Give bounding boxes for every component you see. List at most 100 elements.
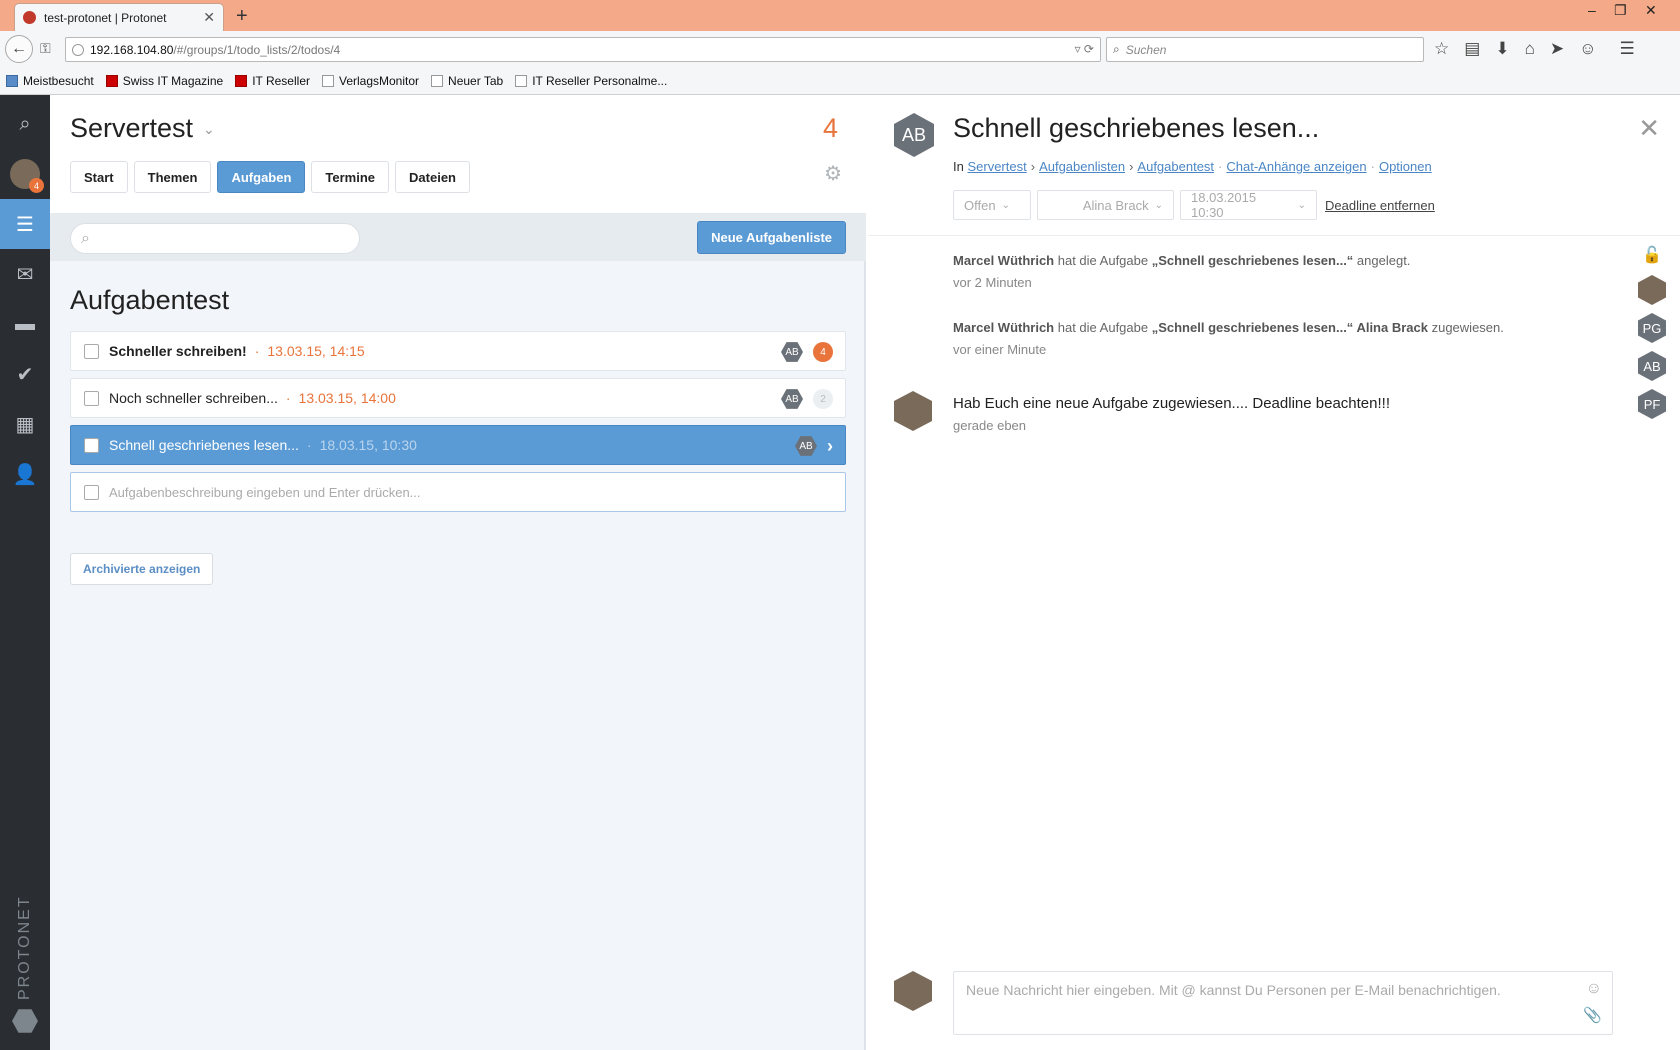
activity-entry: Marcel Wüthrich hat die Aufgabe „Schnell…	[953, 320, 1593, 357]
back-arrow-icon[interactable]: ←	[5, 35, 33, 63]
group-title[interactable]: Servertest ⌄	[70, 113, 215, 144]
search-icon: ⌕	[81, 229, 90, 247]
tab-close-icon[interactable]: ✕	[203, 9, 215, 26]
close-icon[interactable]: ✕	[1638, 113, 1660, 144]
task-list: Schneller schreiben! · 13.03.15, 14:15 A…	[70, 331, 846, 519]
tab-themen[interactable]: Themen	[133, 161, 212, 193]
maximize-icon[interactable]: ❐	[1614, 2, 1627, 19]
sidebar-search-icon[interactable]: ⌕	[0, 99, 50, 149]
browser-tab[interactable]: test-protonet | Protonet ✕	[14, 3, 224, 31]
separator-dot: ·	[254, 343, 260, 359]
status-select[interactable]: Offen ⌄	[953, 190, 1031, 220]
avatar[interactable]	[1638, 275, 1666, 305]
chevron-down-icon: ⌄	[1001, 199, 1010, 211]
assignee-avatar: AB	[781, 389, 803, 409]
avatar: 4	[10, 159, 44, 193]
separator-dot: ·	[285, 390, 291, 406]
bookmark-folder-icon	[6, 75, 18, 87]
activity-entry: Marcel Wüthrich hat die Aufgabe „Schnell…	[953, 253, 1593, 290]
attachment-icon[interactable]: 📎	[1583, 1006, 1602, 1024]
protonet-logo-icon	[12, 1009, 38, 1033]
window-titlebar: test-protonet | Protonet ✕ + – ❐ ✕	[0, 0, 1680, 31]
options-link[interactable]: Optionen	[1379, 159, 1432, 174]
remove-deadline-link[interactable]: Deadline entfernen	[1325, 198, 1435, 213]
itr-logo-icon	[235, 75, 248, 87]
bookmark-star-icon[interactable]: ☆	[1434, 39, 1449, 59]
task-row-selected[interactable]: Schnell geschriebenes lesen... · 18.03.1…	[70, 425, 846, 465]
sidebar-check-icon[interactable]: ✔	[0, 349, 50, 399]
sidebar-folder-icon[interactable]: ▬	[0, 299, 50, 349]
window-close-icon[interactable]: ✕	[1645, 2, 1657, 19]
sidebar-mail-icon[interactable]: ✉	[0, 249, 50, 299]
home-icon[interactable]: ⌂	[1525, 39, 1535, 59]
bookmark-item[interactable]: IT Reseller	[235, 74, 310, 88]
deadline-select[interactable]: 18.03.2015 10:30 ⌄	[1180, 190, 1317, 220]
gear-icon[interactable]: ⚙	[824, 161, 842, 186]
sidebar-groups-icon[interactable]: ☰	[0, 199, 50, 249]
chat-icon[interactable]: ☺	[1579, 39, 1596, 59]
show-attachments-link[interactable]: Chat-Anhänge anzeigen	[1226, 159, 1366, 174]
member-avatar[interactable]: PG	[1638, 313, 1666, 343]
key-icon[interactable]: ⚿	[40, 40, 51, 57]
bookmark-item[interactable]: IT Reseller Personalme...	[515, 74, 667, 88]
group-header: Servertest ⌄ 4 Start Themen Aufgaben Term…	[50, 95, 866, 213]
bookmark-item[interactable]: Meistbesucht	[6, 74, 94, 88]
minimize-icon[interactable]: –	[1588, 2, 1596, 18]
member-avatar[interactable]: PF	[1638, 389, 1666, 419]
bookmark-item[interactable]: Neuer Tab	[431, 74, 503, 88]
comment-count-badge: 2	[813, 389, 833, 409]
browser-search-input[interactable]: ⌕ Suchen	[1106, 37, 1424, 62]
activity-author: Marcel Wüthrich	[953, 253, 1055, 268]
comment-text: Hab Euch eine neue Aufgabe zugewiesen...…	[953, 395, 1390, 412]
task-checkbox	[84, 484, 99, 500]
breadcrumb: In Servertest › Aufgabenlisten › Aufgabentes…	[953, 159, 1432, 174]
sidebar-user-icon[interactable]: 👤	[0, 449, 50, 499]
notification-badge: 4	[29, 178, 44, 193]
new-task-input[interactable]: Aufgabenbeschreibung eingeben und Enter …	[70, 472, 846, 512]
breadcrumb-group-link[interactable]: Servertest	[967, 159, 1026, 174]
send-icon[interactable]: ➤	[1550, 39, 1564, 59]
task-list-title: Aufgabentest	[70, 285, 230, 315]
lock-icon[interactable]: 🔓	[1642, 245, 1662, 265]
tab-start[interactable]: Start	[70, 161, 128, 193]
show-archived-button[interactable]: Archivierte anzeigen	[70, 553, 214, 585]
chevron-down-icon: ⌄	[203, 121, 215, 138]
task-row[interactable]: Noch schneller schreiben... · 13.03.15, …	[70, 378, 846, 418]
member-avatar[interactable]: AB	[1638, 351, 1666, 381]
new-task-list-button[interactable]: Neue Aufgabenliste	[697, 221, 846, 254]
activity-time: vor 2 Minuten	[953, 275, 1032, 290]
task-label: Schneller schreiben!	[109, 343, 247, 359]
breadcrumb-lists-link[interactable]: Aufgabenlisten	[1039, 159, 1125, 174]
new-task-placeholder: Aufgabenbeschreibung eingeben und Enter …	[109, 484, 421, 500]
task-checkbox[interactable]	[84, 437, 99, 453]
task-search-input[interactable]: ⌕	[70, 223, 360, 254]
download-icon[interactable]: ⬇	[1495, 39, 1509, 59]
reading-list-icon[interactable]: ▤	[1464, 39, 1480, 59]
reload-icon[interactable]: ▿ ⟳	[1075, 42, 1094, 56]
task-checkbox[interactable]	[84, 390, 99, 406]
breadcrumb-list-link[interactable]: Aufgabentest	[1137, 159, 1214, 174]
url-bar[interactable]: 192.168.104.80/#/groups/1/todo_lists/2/t…	[65, 37, 1101, 62]
todo-list-pane: Servertest ⌄ 4 Start Themen Aufgaben Term…	[50, 95, 866, 1050]
task-row[interactable]: Schneller schreiben! · 13.03.15, 14:15 A…	[70, 331, 846, 371]
task-date: 13.03.15, 14:15	[267, 343, 365, 359]
app-sidebar: ⌕ 4 ☰ ✉ ▬ ✔ ▦ 👤 PROTONET	[0, 95, 50, 1050]
activity-assignee: Alina Brack	[1353, 320, 1428, 335]
tab-aufgaben[interactable]: Aufgaben	[217, 161, 306, 193]
new-tab-icon[interactable]: +	[236, 5, 248, 28]
emoji-icon[interactable]: ☺	[1586, 980, 1602, 998]
chevron-down-icon: ⌄	[1154, 199, 1163, 211]
tab-termine[interactable]: Termine	[311, 161, 390, 193]
bookmark-item[interactable]: VerlagsMonitor	[321, 74, 419, 88]
task-checkbox[interactable]	[84, 343, 99, 359]
message-placeholder: Neue Nachricht hier eingeben. Mit @ kann…	[966, 982, 1501, 998]
sidebar-profile[interactable]: 4	[0, 149, 50, 199]
message-input[interactable]: Neue Nachricht hier eingeben. Mit @ kann…	[953, 971, 1613, 1035]
divider	[868, 235, 1680, 236]
sidebar-calendar-icon[interactable]: ▦	[0, 399, 50, 449]
menu-icon[interactable]: ☰	[1619, 39, 1634, 59]
assignee-select[interactable]: Alina Brack ⌄	[1037, 190, 1174, 220]
bookmark-item[interactable]: Swiss IT Magazine	[105, 74, 223, 88]
tab-dateien[interactable]: Dateien	[395, 161, 470, 193]
toolbar-icons: ☆ ▤ ⬇ ⌂ ➤ ☺ ☰	[1434, 39, 1635, 59]
